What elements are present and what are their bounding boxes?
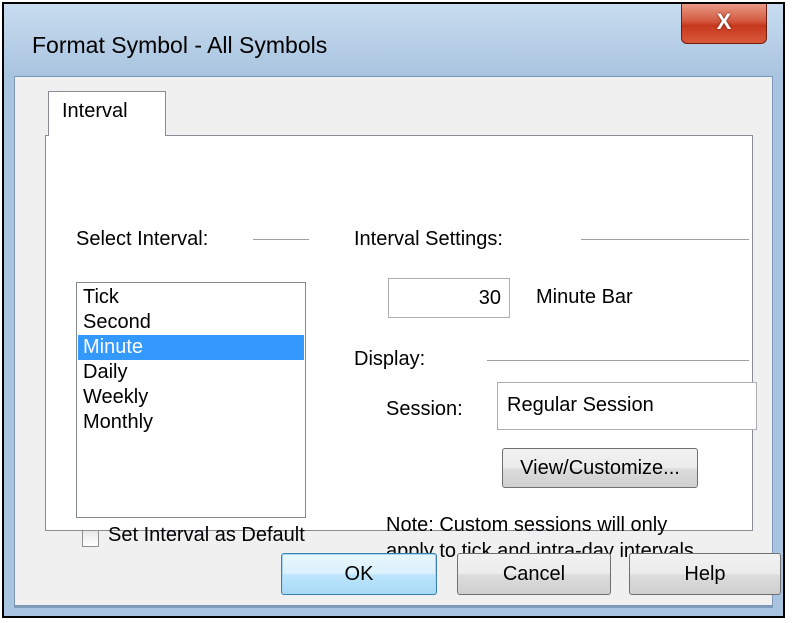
close-icon: X xyxy=(716,9,732,34)
list-item-minute[interactable]: Minute xyxy=(78,335,304,360)
list-item-second[interactable]: Second xyxy=(78,310,304,335)
help-label: Help xyxy=(684,563,726,585)
interval-listbox[interactable]: Tick Second Minute Daily Weekly Monthly xyxy=(76,282,306,518)
cancel-label: Cancel xyxy=(502,563,566,585)
session-label: Session: xyxy=(386,398,463,420)
list-item-monthly[interactable]: Monthly xyxy=(78,410,304,435)
interval-settings-label: Interval Settings: xyxy=(354,228,503,250)
interval-value-text: 30 xyxy=(478,287,501,309)
view-customize-button[interactable]: View/Customize... xyxy=(502,448,698,488)
list-item-tick[interactable]: Tick xyxy=(78,285,304,310)
help-button[interactable]: Help xyxy=(629,553,781,595)
interval-settings-divider xyxy=(581,239,749,240)
title-bar[interactable]: Format Symbol - All Symbols X xyxy=(4,4,783,76)
interval-tab-panel: Select Interval: Tick Second Minute Dail… xyxy=(45,135,757,562)
cancel-button[interactable]: Cancel xyxy=(457,553,611,595)
dialog-window: Format Symbol - All Symbols X Interval S… xyxy=(2,2,785,618)
session-note-line1: Note: Custom sessions will only xyxy=(386,514,668,536)
window-frame-left xyxy=(4,76,14,616)
display-divider xyxy=(487,360,749,361)
tab-label: Interval xyxy=(62,100,128,122)
tab-interval[interactable]: Interval xyxy=(48,91,166,136)
interval-value-input[interactable]: 30 xyxy=(388,278,510,318)
list-item-daily[interactable]: Daily xyxy=(78,360,304,385)
set-default-label: Set Interval as Default xyxy=(108,524,305,546)
view-customize-label: View/Customize... xyxy=(520,457,680,479)
list-item-weekly[interactable]: Weekly xyxy=(78,385,304,410)
session-field[interactable]: Regular Session xyxy=(497,382,757,430)
dialog-client-area: Interval Select Interval: Tick Second Mi… xyxy=(14,76,781,606)
select-interval-label: Select Interval: xyxy=(76,228,209,250)
window-frame-right xyxy=(773,76,783,616)
window-title: Format Symbol - All Symbols xyxy=(32,32,328,58)
ok-label: OK xyxy=(344,563,374,585)
close-button[interactable]: X xyxy=(681,4,767,44)
select-interval-divider xyxy=(253,239,309,240)
interval-unit-label: Minute Bar xyxy=(536,286,633,308)
display-label: Display: xyxy=(354,348,426,370)
ok-button[interactable]: OK xyxy=(281,553,437,595)
session-value: Regular Session xyxy=(507,394,654,416)
set-default-checkbox[interactable] xyxy=(82,530,99,547)
window-frame-bottom xyxy=(4,608,783,616)
